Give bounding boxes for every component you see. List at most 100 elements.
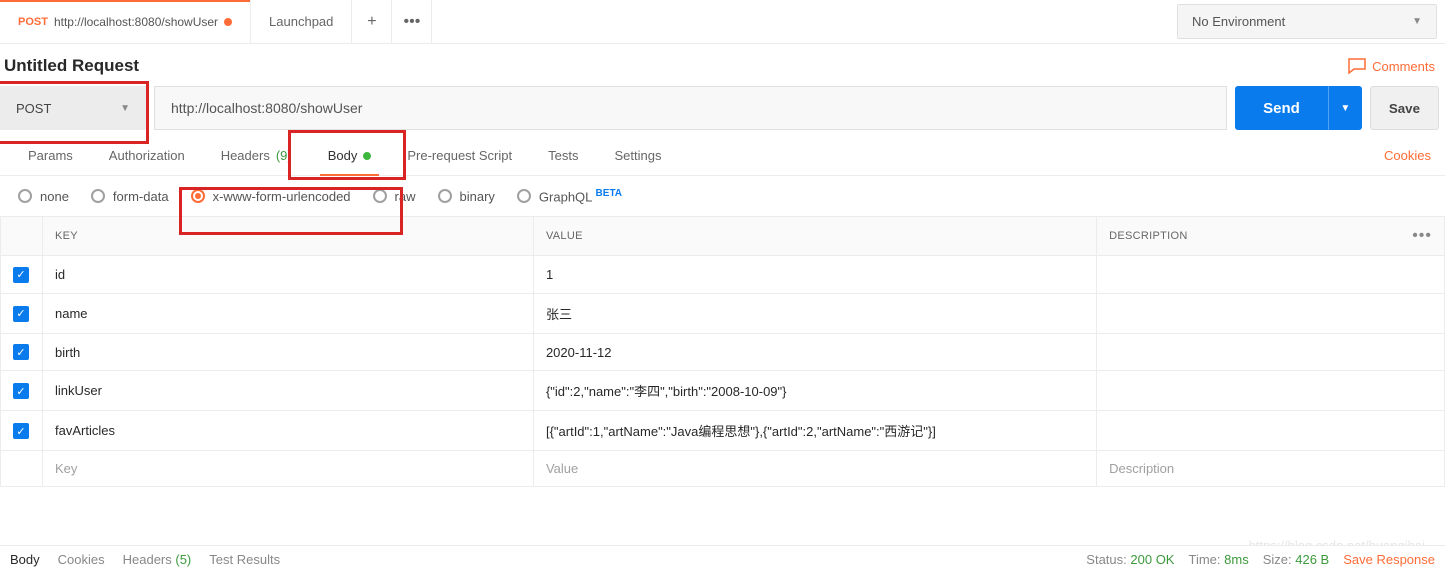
tab-headers[interactable]: Headers (9): [203, 136, 310, 175]
comments-button[interactable]: Comments: [1348, 58, 1435, 74]
response-tab-headers[interactable]: Headers (5): [123, 552, 192, 567]
topbar: POST http://localhost:8080/showUser Laun…: [0, 0, 1445, 44]
body-type-urlencoded[interactable]: x-www-form-urlencoded: [191, 189, 351, 204]
comment-icon: [1348, 58, 1366, 74]
radio-label: none: [40, 189, 69, 204]
unsaved-dot-icon: [224, 18, 232, 26]
environment-label: No Environment: [1192, 14, 1285, 29]
radio-icon: [438, 189, 452, 203]
body-type-none[interactable]: none: [18, 189, 69, 204]
new-value-input[interactable]: Value: [533, 451, 1096, 487]
tab-params[interactable]: Params: [10, 136, 91, 175]
tab-more-button[interactable]: •••: [392, 0, 432, 43]
radio-label: GraphQL: [539, 189, 592, 204]
tab-body-label: Body: [328, 148, 358, 163]
save-response-button[interactable]: Save Response: [1343, 552, 1435, 567]
table-row: ✓ favArticles[{"artId":1,"artName":"Java编…: [1, 411, 1445, 451]
body-type-graphql[interactable]: GraphQL BETA: [517, 188, 622, 204]
table-row: ✓ id1: [1, 256, 1445, 294]
radio-label: x-www-form-urlencoded: [213, 189, 351, 204]
value-cell[interactable]: [{"artId":1,"artName":"Java编程思想"},{"artI…: [533, 411, 1096, 451]
environment-select[interactable]: No Environment ▼: [1177, 4, 1437, 39]
key-cell[interactable]: birth: [43, 333, 534, 371]
chevron-down-icon: ▼: [1412, 16, 1422, 27]
value-cell[interactable]: 张三: [533, 293, 1096, 333]
description-cell[interactable]: [1097, 411, 1445, 451]
row-checkbox[interactable]: ✓: [13, 267, 29, 283]
new-key-input[interactable]: Key: [43, 451, 534, 487]
response-tab-body[interactable]: Body: [10, 552, 40, 567]
table-row: ✓ name张三: [1, 293, 1445, 333]
radio-label: form-data: [113, 189, 169, 204]
description-cell[interactable]: [1097, 371, 1445, 411]
response-headers-count: (5): [175, 552, 191, 567]
row-checkbox[interactable]: ✓: [13, 306, 29, 322]
row-checkbox[interactable]: ✓: [13, 423, 29, 439]
radio-icon: [18, 189, 32, 203]
save-button[interactable]: Save: [1370, 86, 1439, 130]
body-type-row: none form-data x-www-form-urlencoded raw…: [0, 176, 1445, 216]
key-cell[interactable]: linkUser: [43, 371, 534, 411]
new-tab-button[interactable]: +: [352, 0, 392, 43]
tab-prerequest[interactable]: Pre-request Script: [389, 136, 530, 175]
table-row: ✓ birth2020-11-12: [1, 333, 1445, 371]
time-display: Time: 8ms: [1188, 552, 1248, 567]
chevron-down-icon: ▼: [120, 103, 130, 114]
radio-icon: [91, 189, 105, 203]
columns-more-button[interactable]: •••: [1412, 227, 1432, 245]
tab-authorization[interactable]: Authorization: [91, 136, 203, 175]
body-type-binary[interactable]: binary: [438, 189, 495, 204]
key-cell[interactable]: name: [43, 293, 534, 333]
tab-settings[interactable]: Settings: [596, 136, 679, 175]
key-cell[interactable]: id: [43, 256, 534, 294]
tab-url-label: http://localhost:8080/showUser: [54, 15, 218, 29]
request-row: POST ▼ Send ▼ Save: [0, 86, 1445, 136]
description-cell[interactable]: [1097, 293, 1445, 333]
body-type-raw[interactable]: raw: [373, 189, 416, 204]
headers-count: (9): [276, 148, 292, 163]
response-tab-cookies[interactable]: Cookies: [58, 552, 105, 567]
request-title: Untitled Request: [4, 56, 139, 76]
row-checkbox[interactable]: ✓: [13, 383, 29, 399]
description-cell[interactable]: [1097, 256, 1445, 294]
tab-request[interactable]: POST http://localhost:8080/showUser: [0, 0, 251, 43]
cookies-link[interactable]: Cookies: [1384, 148, 1435, 163]
url-input[interactable]: [154, 86, 1227, 130]
title-row: Untitled Request Comments: [0, 44, 1445, 86]
body-type-form-data[interactable]: form-data: [91, 189, 169, 204]
value-cell[interactable]: 2020-11-12: [533, 333, 1096, 371]
radio-icon: [517, 189, 531, 203]
chevron-down-icon: ▼: [1340, 103, 1350, 114]
tab-tests[interactable]: Tests: [530, 136, 596, 175]
radio-label: binary: [460, 189, 495, 204]
send-button[interactable]: Send: [1235, 86, 1328, 130]
method-select[interactable]: POST ▼: [0, 86, 146, 130]
new-description-input[interactable]: Description: [1097, 451, 1445, 487]
tab-label: Launchpad: [269, 14, 333, 29]
tab-launchpad[interactable]: Launchpad: [251, 0, 352, 43]
status-display: Status: 200 OK: [1086, 552, 1174, 567]
value-cell[interactable]: {"id":2,"name":"李四","birth":"2008-10-09"…: [533, 371, 1096, 411]
response-tab-testresults[interactable]: Test Results: [209, 552, 280, 567]
row-checkbox[interactable]: ✓: [13, 344, 29, 360]
response-headers-label: Headers: [123, 552, 172, 567]
request-tabs: Params Authorization Headers (9) Body Pr…: [0, 136, 1445, 176]
header-value: VALUE: [533, 217, 1096, 256]
send-button-group: Send ▼: [1235, 86, 1362, 130]
key-cell[interactable]: favArticles: [43, 411, 534, 451]
table-row: ✓ linkUser{"id":2,"name":"李四","birth":"20…: [1, 371, 1445, 411]
tab-body[interactable]: Body: [310, 136, 390, 175]
header-checkbox-col: [1, 217, 43, 256]
method-value: POST: [16, 101, 51, 116]
body-active-dot-icon: [363, 152, 371, 160]
value-cell[interactable]: 1: [533, 256, 1096, 294]
header-key: KEY: [43, 217, 534, 256]
header-description: DESCRIPTION •••: [1097, 217, 1445, 256]
kv-new-row[interactable]: Key Value Description: [1, 451, 1445, 487]
send-dropdown-button[interactable]: ▼: [1328, 86, 1362, 130]
description-cell[interactable]: [1097, 333, 1445, 371]
size-display: Size: 426 B: [1263, 552, 1330, 567]
tabs-row: POST http://localhost:8080/showUser Laun…: [0, 0, 1169, 43]
beta-badge: BETA: [596, 188, 622, 199]
radio-label: raw: [395, 189, 416, 204]
